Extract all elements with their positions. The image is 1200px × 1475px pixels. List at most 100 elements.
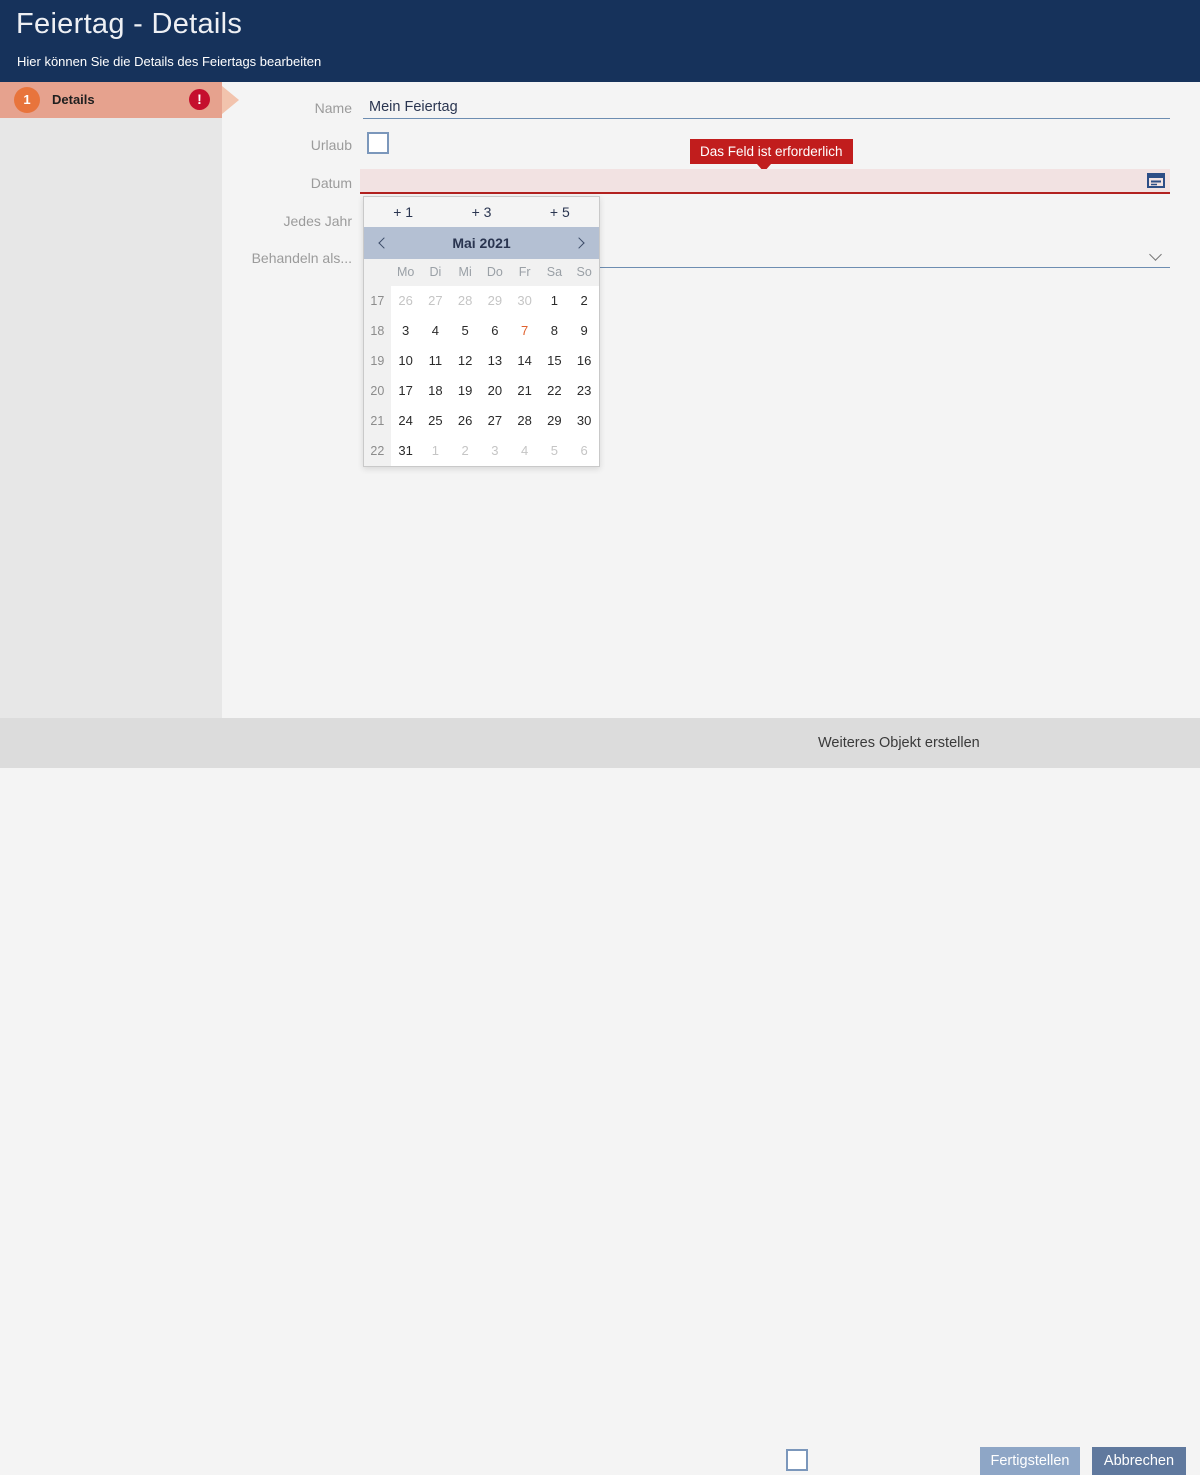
- behandeln-als-label: Behandeln als...: [222, 250, 352, 266]
- chevron-left-icon: [378, 237, 389, 248]
- calendar-day[interactable]: 19: [450, 376, 480, 406]
- calendar-day[interactable]: 26: [391, 286, 421, 316]
- calendar-day[interactable]: 15: [540, 346, 570, 376]
- calendar-week-number: 17: [364, 286, 391, 316]
- calendar-day[interactable]: 24: [391, 406, 421, 436]
- finish-button[interactable]: Fertigstellen: [980, 1447, 1080, 1475]
- calendar-icon[interactable]: [1147, 172, 1165, 188]
- calendar-day[interactable]: 2: [569, 286, 599, 316]
- calendar-day[interactable]: 8: [540, 316, 570, 346]
- weekday-label: Di: [421, 259, 451, 286]
- step-sidebar: 1 Details !: [0, 82, 222, 718]
- footer-bar: Weiteres Objekt erstellen Fertigstellen …: [0, 718, 1200, 768]
- calendar-week-row: 2231123456: [364, 436, 599, 466]
- calendar-day[interactable]: 9: [569, 316, 599, 346]
- month-nav: Mai 2021: [364, 227, 599, 259]
- calendar-day[interactable]: 21: [510, 376, 540, 406]
- calendar-day[interactable]: 4: [421, 316, 451, 346]
- calendar-day[interactable]: 26: [450, 406, 480, 436]
- calendar-week-row: 183456789: [364, 316, 599, 346]
- date-picker-popup: + 1 + 3 + 5 Mai 2021 Mo Di Mi Do Fr Sa S…: [363, 196, 600, 467]
- prev-month-button[interactable]: [368, 227, 398, 259]
- name-label: Name: [222, 100, 352, 116]
- datum-label: Datum: [222, 175, 352, 191]
- calendar-day[interactable]: 17: [391, 376, 421, 406]
- calendar-day[interactable]: 16: [569, 346, 599, 376]
- calendar-day[interactable]: 18: [421, 376, 451, 406]
- calendar-day[interactable]: 2: [450, 436, 480, 466]
- chevron-down-icon[interactable]: [1149, 248, 1162, 261]
- name-underline: [363, 118, 1170, 119]
- calendar-day[interactable]: 5: [540, 436, 570, 466]
- calendar-day[interactable]: 6: [480, 316, 510, 346]
- calendar-week-row: 17262728293012: [364, 286, 599, 316]
- calendar-day[interactable]: 29: [540, 406, 570, 436]
- cancel-button[interactable]: Abbrechen: [1092, 1447, 1186, 1475]
- name-input[interactable]: Mein Feiertag: [369, 99, 458, 115]
- calendar-day[interactable]: 5: [450, 316, 480, 346]
- urlaub-label: Urlaub: [222, 137, 352, 153]
- error-icon: !: [189, 89, 210, 110]
- calendar-day[interactable]: 31: [391, 436, 421, 466]
- jedes-jahr-label: Jedes Jahr: [222, 213, 352, 229]
- calendar-day[interactable]: 30: [569, 406, 599, 436]
- plus-one-button[interactable]: + 1: [364, 197, 442, 227]
- weekday-label: Do: [480, 259, 510, 286]
- calendar-day[interactable]: 12: [450, 346, 480, 376]
- calendar-day[interactable]: 27: [480, 406, 510, 436]
- weekday-label: Mi: [450, 259, 480, 286]
- calendar-week-row: 1910111213141516: [364, 346, 599, 376]
- calendar-week-row: 2124252627282930: [364, 406, 599, 436]
- week-number-spacer: [364, 259, 391, 286]
- step-item-details[interactable]: 1 Details !: [0, 82, 222, 118]
- calendar-week-number: 21: [364, 406, 391, 436]
- calendar-day[interactable]: 1: [540, 286, 570, 316]
- calendar-week-number: 20: [364, 376, 391, 406]
- weekday-header-row: Mo Di Mi Do Fr Sa So: [364, 259, 599, 286]
- calendar-day[interactable]: 3: [391, 316, 421, 346]
- calendar-day[interactable]: 11: [421, 346, 451, 376]
- weekday-label: So: [569, 259, 599, 286]
- calendar-day[interactable]: 3: [480, 436, 510, 466]
- calendar-day[interactable]: 27: [421, 286, 451, 316]
- page-title: Feiertag - Details: [16, 8, 242, 41]
- calendar-day-today[interactable]: 7: [510, 316, 540, 346]
- calendar-week-number: 19: [364, 346, 391, 376]
- calendar-day[interactable]: 23: [569, 376, 599, 406]
- calendar-day[interactable]: 14: [510, 346, 540, 376]
- calendar-day[interactable]: 25: [421, 406, 451, 436]
- plus-three-button[interactable]: + 3: [442, 197, 520, 227]
- calendar-day[interactable]: 10: [391, 346, 421, 376]
- urlaub-checkbox[interactable]: [367, 132, 389, 154]
- weekday-label: Mo: [391, 259, 421, 286]
- calendar-day[interactable]: 28: [510, 406, 540, 436]
- calendar-day[interactable]: 4: [510, 436, 540, 466]
- step-label: Details: [52, 82, 95, 118]
- quick-add-row: + 1 + 3 + 5: [364, 197, 599, 227]
- calendar-day[interactable]: 13: [480, 346, 510, 376]
- chevron-right-icon: [573, 237, 584, 248]
- weekday-label: Sa: [540, 259, 570, 286]
- calendar-grid: 1726272829301218345678919101112131415162…: [364, 286, 599, 466]
- calendar-day[interactable]: 29: [480, 286, 510, 316]
- required-field-tooltip: Das Feld ist erforderlich: [690, 139, 853, 164]
- calendar-day[interactable]: 1: [421, 436, 451, 466]
- weekday-label: Fr: [510, 259, 540, 286]
- calendar-day[interactable]: 6: [569, 436, 599, 466]
- next-month-button[interactable]: [565, 227, 595, 259]
- calendar-day[interactable]: 30: [510, 286, 540, 316]
- create-another-checkbox[interactable]: [786, 1449, 808, 1471]
- calendar-day[interactable]: 28: [450, 286, 480, 316]
- calendar-week-row: 2017181920212223: [364, 376, 599, 406]
- calendar-day[interactable]: 20: [480, 376, 510, 406]
- page-subtitle: Hier können Sie die Details des Feiertag…: [17, 54, 321, 69]
- datum-input[interactable]: [360, 169, 1170, 194]
- dialog-header: Feiertag - Details Hier können Sie die D…: [0, 0, 1200, 82]
- calendar-week-number: 22: [364, 436, 391, 466]
- calendar-week-number: 18: [364, 316, 391, 346]
- calendar-day[interactable]: 22: [540, 376, 570, 406]
- create-another-label[interactable]: Weiteres Objekt erstellen: [818, 718, 980, 768]
- plus-five-button[interactable]: + 5: [521, 197, 599, 227]
- step-number-badge: 1: [14, 87, 40, 113]
- month-year-label: Mai 2021: [364, 227, 599, 259]
